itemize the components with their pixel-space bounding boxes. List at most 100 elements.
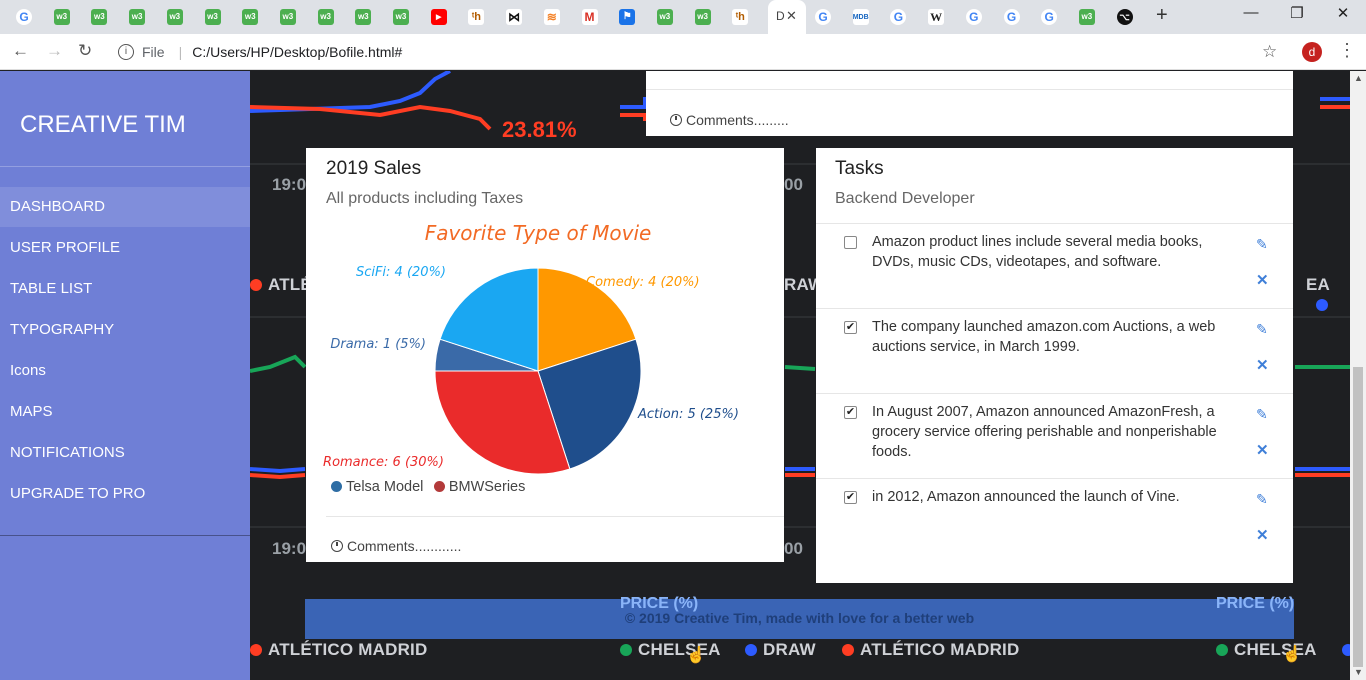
github-icon: ⌥	[1116, 9, 1133, 25]
task-checkbox[interactable]: ✔	[844, 406, 857, 419]
minimize-button[interactable]: —	[1228, 4, 1274, 21]
delete-icon[interactable]: ✕	[1256, 526, 1269, 544]
delete-icon[interactable]: ✕	[1256, 441, 1269, 459]
pie-label-drama: Drama: 1 (5%)	[330, 337, 426, 352]
team-label-atletico: ATLÉTICO MADRID	[250, 640, 427, 660]
browser-tab[interactable]: w3	[352, 6, 374, 28]
scroll-up-icon[interactable]: ▲	[1354, 73, 1363, 83]
w3schools-icon: w3	[129, 9, 146, 25]
browser-tab[interactable]: w3	[692, 6, 714, 28]
edit-icon[interactable]: ✎	[1256, 321, 1268, 338]
reload-icon[interactable]: ↻	[78, 41, 92, 61]
card-title: Tasks	[835, 158, 884, 179]
sidebar-item-upgrade[interactable]: UPGRADE TO PRO	[0, 474, 250, 514]
restore-button[interactable]: ❐	[1274, 4, 1320, 22]
forward-icon[interactable]: →	[46, 41, 63, 61]
browser-tab[interactable]: w3	[390, 6, 412, 28]
browser-tab[interactable]: w3	[239, 6, 261, 28]
profile-avatar[interactable]: d	[1302, 42, 1322, 62]
gmail-icon: M	[581, 9, 598, 25]
browser-tab[interactable]: w3	[51, 6, 73, 28]
browser-tab[interactable]: w3	[277, 6, 299, 28]
browser-tab[interactable]: MDB	[850, 6, 872, 28]
browser-tab[interactable]: w3	[164, 6, 186, 28]
info-icon[interactable]: i	[118, 44, 134, 60]
browser-tab[interactable]: G	[1038, 6, 1060, 28]
tasks-card: Tasks Backend Developer Amazon product l…	[816, 148, 1293, 583]
team-dot	[1342, 644, 1350, 656]
back-icon[interactable]: ←	[12, 41, 29, 61]
flag-icon: ⚑	[619, 9, 636, 25]
google-icon: G	[965, 9, 982, 25]
new-tab-button[interactable]: +	[1156, 4, 1168, 27]
edit-icon[interactable]: ✎	[1256, 236, 1268, 253]
bookmark-star-icon[interactable]: ☆	[1262, 42, 1277, 62]
browser-tab[interactable]: ▶	[428, 6, 450, 28]
w3schools-icon: w3	[355, 9, 372, 25]
url-input[interactable]: i File | C:/Users/HP/Desktop/Bofile.html…	[110, 38, 1300, 66]
sidebar-item-notifications[interactable]: NOTIFICATIONS	[0, 433, 250, 473]
edit-icon[interactable]: ✎	[1256, 491, 1268, 508]
browser-tab[interactable]: G	[812, 6, 834, 28]
sidebar-item-typography[interactable]: TYPOGRAPHY	[0, 310, 250, 350]
browser-tab[interactable]: w3	[315, 6, 337, 28]
browser-tab[interactable]: w3	[88, 6, 110, 28]
google-icon: G	[1003, 9, 1020, 25]
browser-tab[interactable]: ⚑	[616, 6, 638, 28]
browser-tab[interactable]: w3	[654, 6, 676, 28]
browser-tab[interactable]: W	[925, 6, 947, 28]
card-footer: Comments.........	[670, 112, 789, 128]
price-label: PRICE (%)	[1216, 595, 1295, 612]
time-label: 00	[784, 175, 803, 194]
task-row: Amazon product lines include several med…	[816, 234, 1293, 308]
browser-tab[interactable]: ᵗh	[729, 6, 751, 28]
task-text: in 2012, Amazon announced the launch of …	[872, 489, 1180, 505]
browser-tab[interactable]: G	[887, 6, 909, 28]
page: 23.81% 19:0 00 ATLÉ RAW EA 19:0 00 PRICE…	[0, 71, 1350, 680]
task-checkbox[interactable]	[844, 236, 857, 249]
browser-tab[interactable]: ≋	[541, 6, 563, 28]
sidebar-item-icons[interactable]: Icons	[0, 351, 250, 391]
browser-tab[interactable]: ᵗh	[465, 6, 487, 28]
browser-tab[interactable]: M	[579, 6, 601, 28]
w3schools-icon: w3	[393, 9, 409, 25]
task-row: ✔ In August 2007, Amazon announced Amazo…	[816, 404, 1293, 478]
browser-tab[interactable]: w3	[202, 6, 224, 28]
browser-tab[interactable]: w3	[1076, 6, 1098, 28]
google-icon: G	[1041, 9, 1058, 25]
browser-tab[interactable]: G	[1001, 6, 1023, 28]
card-title: 2019 Sales	[326, 158, 422, 179]
google-icon: G	[815, 9, 831, 25]
sidebar-divider	[0, 535, 250, 536]
task-checkbox[interactable]: ✔	[844, 491, 857, 504]
page-scrollbar[interactable]: ▲ ▼	[1350, 71, 1366, 680]
task-checkbox[interactable]: ✔	[844, 321, 857, 334]
w3schools-icon: w3	[1078, 9, 1095, 25]
brand-logo[interactable]: CREATIVE TIM	[0, 71, 250, 167]
sidebar-item-dashboard[interactable]: DASHBOARD	[0, 187, 250, 227]
task-row: ✔ in 2012, Amazon announced the launch o…	[816, 489, 1293, 563]
scroll-thumb[interactable]	[1353, 367, 1363, 667]
browser-tab[interactable]: G	[13, 6, 35, 28]
chart-title: Favorite Type of Movie	[425, 221, 652, 245]
card-subtitle: All products including Taxes	[326, 190, 524, 207]
browser-tab[interactable]: G	[963, 6, 985, 28]
mdb-icon: MDB	[852, 9, 869, 25]
browser-tab[interactable]: w3	[126, 6, 148, 28]
close-window-button[interactable]: ✕	[1320, 4, 1366, 22]
sidebar-item-user-profile[interactable]: USER PROFILE	[0, 228, 250, 268]
delete-icon[interactable]: ✕	[1256, 271, 1269, 289]
browser-tab[interactable]: ⌥	[1114, 6, 1136, 28]
browser-menu-icon[interactable]: ⋮	[1338, 40, 1356, 61]
legend-item[interactable]: Telsa Model	[331, 479, 423, 495]
tab-close-icon[interactable]: ✕	[786, 8, 797, 24]
legend-item[interactable]: BMWSeries	[433, 479, 525, 495]
browser-tab[interactable]: ⋈	[503, 6, 525, 28]
browser-tab-strip: Gw3 w3 w3 w3 w3 w3 w3 w3 w3 w3 ▶ ᵗh ⋈ ≋ M ⚑ w3 w3 ᵗh ✕ G MD…	[0, 0, 1366, 34]
sidebar-item-maps[interactable]: MAPS	[0, 392, 250, 432]
edit-icon[interactable]: ✎	[1256, 406, 1268, 423]
delete-icon[interactable]: ✕	[1256, 356, 1269, 374]
scroll-down-icon[interactable]: ▼	[1354, 667, 1363, 677]
w3schools-icon: w3	[91, 9, 108, 25]
sidebar-item-table-list[interactable]: TABLE LIST	[0, 269, 250, 309]
